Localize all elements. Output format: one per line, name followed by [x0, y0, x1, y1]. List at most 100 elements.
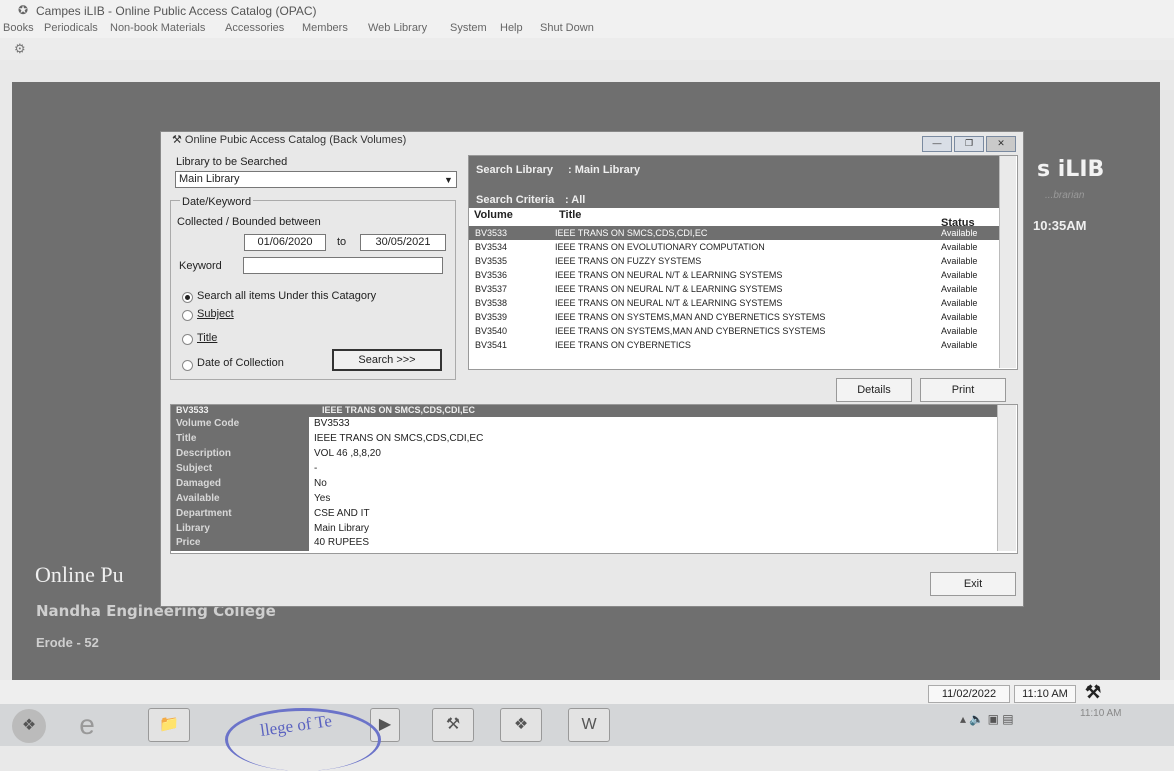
row-volume: BV3534	[475, 242, 508, 252]
date-to-input[interactable]: 30/05/2021	[360, 234, 446, 251]
row-status: Available	[941, 256, 978, 266]
keyword-label: Keyword	[179, 260, 222, 272]
detail-label: Library	[176, 523, 210, 534]
column-title[interactable]: Title	[559, 209, 581, 221]
detail-scrollbar[interactable]	[997, 405, 1016, 551]
detail-value: IEEE TRANS ON SMCS,CDS,CDI,EC	[314, 433, 484, 444]
detail-value: CSE AND IT	[314, 508, 370, 519]
results-scrollbar[interactable]	[999, 156, 1016, 368]
column-volume[interactable]: Volume	[474, 209, 513, 221]
system-tray[interactable]: ▴ 🔈 ▣ ▤	[960, 712, 1014, 726]
detail-value: VOL 46 ,8,8,20	[314, 448, 381, 459]
row-volume: BV3533	[475, 228, 508, 238]
row-volume: BV3540	[475, 326, 508, 336]
detail-header-title: IEEE TRANS ON SMCS,CDS,CDI,EC	[322, 405, 476, 415]
result-row[interactable]: BV3537 IEEE TRANS ON NEURAL N/T & LEARNI…	[469, 282, 999, 296]
dialog-close-button[interactable]: ✕	[986, 136, 1016, 152]
row-title: IEEE TRANS ON CYBERNETICS	[555, 340, 691, 350]
detail-label: Damaged	[176, 478, 222, 489]
word-app-icon[interactable]: W	[568, 708, 610, 742]
result-row[interactable]: BV3539 IEEE TRANS ON SYSTEMS,MAN AND CYB…	[469, 310, 999, 324]
detail-value: Yes	[314, 493, 331, 504]
menu-non-book-materials[interactable]: Non-book Materials	[110, 22, 205, 34]
main-scrollbar[interactable]	[1160, 90, 1174, 690]
keyword-input[interactable]	[243, 257, 443, 274]
row-title: IEEE TRANS ON NEURAL N/T & LEARNING SYST…	[555, 298, 783, 308]
brand-title: s iLIB	[1037, 157, 1105, 182]
result-row[interactable]: BV3541 IEEE TRANS ON CYBERNETICS Availab…	[469, 338, 999, 352]
menu-web-library[interactable]: Web Library	[368, 22, 427, 34]
row-title: IEEE TRANS ON SYSTEMS,MAN AND CYBERNETIC…	[555, 326, 826, 336]
toolbar-icon[interactable]: ⚙	[14, 41, 26, 57]
print-button[interactable]: Print	[920, 378, 1006, 402]
menu-system[interactable]: System	[450, 22, 487, 34]
details-button[interactable]: Details	[836, 378, 912, 402]
college-city: Erode - 52	[36, 635, 99, 650]
dialog-restore-button[interactable]: ❐	[954, 136, 984, 152]
app-logo-icon: ⚒	[1085, 682, 1102, 702]
result-row[interactable]: BV3540 IEEE TRANS ON SYSTEMS,MAN AND CYB…	[469, 324, 999, 338]
settings-app-icon[interactable]: ❖	[500, 708, 542, 742]
menu-shut-down[interactable]: Shut Down	[540, 22, 594, 34]
status-time: 11:10 AM	[1014, 685, 1076, 703]
results-column-headers: Volume Title Status	[469, 208, 999, 229]
radio-date-of-collection[interactable]	[182, 360, 193, 371]
result-row[interactable]: BV3535 IEEE TRANS ON FUZZY SYSTEMS Avail…	[469, 254, 999, 268]
detail-value: No	[314, 478, 327, 489]
row-status: Available	[941, 312, 978, 322]
menu-periodicals[interactable]: Periodicals	[44, 22, 98, 34]
search-library-label: Search Library	[476, 164, 554, 176]
date-from-input[interactable]: 01/06/2020	[244, 234, 326, 251]
exit-button[interactable]: Exit	[930, 572, 1016, 596]
row-volume: BV3537	[475, 284, 508, 294]
row-title: IEEE TRANS ON EVOLUTIONARY COMPUTATION	[555, 242, 765, 252]
tray-clock[interactable]: 11:10 AM	[1080, 708, 1122, 719]
option-title-label: Title	[197, 332, 218, 344]
row-status: Available	[941, 228, 978, 238]
group-label: Date/Keyword	[180, 196, 254, 208]
brand-subtitle: ...brarian	[1045, 190, 1085, 201]
menu-books[interactable]: Books	[3, 22, 34, 34]
radio-subject[interactable]	[182, 310, 193, 321]
dialog-title: ⚒ Online Pubic Access Catalog (Back Volu…	[172, 134, 407, 146]
result-row[interactable]: BV3533 IEEE TRANS ON SMCS,CDS,CDI,EC Ava…	[469, 226, 999, 240]
row-status: Available	[941, 270, 978, 280]
option-all-items-label: Search all items Under this Catagory	[197, 290, 377, 302]
row-status: Available	[941, 326, 978, 336]
opac-app-icon[interactable]: ⚒	[432, 708, 474, 742]
row-status: Available	[941, 340, 978, 350]
detail-label: Description	[176, 448, 232, 459]
browser-icon[interactable]: e	[70, 708, 104, 742]
detail-label: Price	[176, 537, 201, 548]
row-volume: BV3536	[475, 270, 508, 280]
background-time: 10:35AM	[1033, 218, 1087, 233]
menubar: Books Periodicals Non-book Materials Acc…	[0, 20, 1174, 38]
detail-label: Volume Code	[176, 418, 240, 429]
menu-members[interactable]: Members	[302, 22, 348, 34]
detail-label: Available	[176, 493, 220, 504]
result-row[interactable]: BV3536 IEEE TRANS ON NEURAL N/T & LEARNI…	[469, 268, 999, 282]
row-title: IEEE TRANS ON NEURAL N/T & LEARNING SYST…	[555, 270, 783, 280]
radio-title[interactable]	[182, 334, 193, 345]
secondary-toolbar: ⚙	[0, 38, 1174, 60]
detail-value: Main Library	[314, 523, 370, 534]
result-row[interactable]: BV3538 IEEE TRANS ON NEURAL N/T & LEARNI…	[469, 296, 999, 310]
chevron-down-icon[interactable]: ▼	[444, 175, 454, 185]
menu-accessories[interactable]: Accessories	[225, 22, 284, 34]
file-explorer-icon[interactable]: 📁	[148, 708, 190, 742]
row-title: IEEE TRANS ON NEURAL N/T & LEARNING SYST…	[555, 284, 783, 294]
row-title: IEEE TRANS ON SYSTEMS,MAN AND CYBERNETIC…	[555, 312, 826, 322]
library-label: Library to be Searched	[176, 156, 288, 168]
app-icon: ✪	[18, 3, 29, 17]
detail-header-code: BV3533	[176, 405, 209, 415]
radio-all-items[interactable]	[182, 292, 193, 303]
online-caption: Online Pu	[35, 562, 124, 587]
start-button[interactable]: ❖	[12, 709, 46, 743]
row-title: IEEE TRANS ON SMCS,CDS,CDI,EC	[555, 228, 708, 238]
dialog-minimize-button[interactable]: —	[922, 136, 952, 152]
library-select[interactable]: Main Library	[175, 171, 457, 188]
search-button[interactable]: Search >>>	[332, 349, 442, 371]
detail-label: Subject	[176, 463, 213, 474]
menu-help[interactable]: Help	[500, 22, 523, 34]
result-row[interactable]: BV3534 IEEE TRANS ON EVOLUTIONARY COMPUT…	[469, 240, 999, 254]
